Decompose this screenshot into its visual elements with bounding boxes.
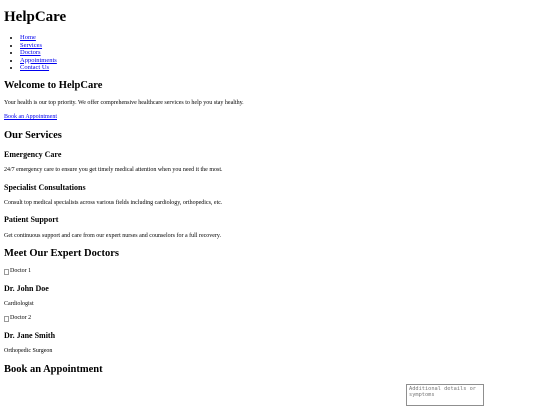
service-title: Specialist Consultations bbox=[4, 183, 86, 192]
doctor-specialty: Cardiologist bbox=[4, 301, 34, 307]
nav-item-services: Services bbox=[20, 42, 57, 50]
doctor-photo: Doctor 2 bbox=[4, 315, 31, 322]
service-title: Emergency Care bbox=[4, 150, 62, 159]
nav-item-doctors: Doctors bbox=[20, 49, 57, 57]
broken-image-icon bbox=[4, 315, 9, 322]
nav-link-doctors[interactable]: Doctors bbox=[20, 49, 41, 56]
broken-image-icon bbox=[4, 268, 9, 275]
nav-link-appointments[interactable]: Appointments bbox=[20, 57, 57, 64]
hero-heading: Welcome to HelpCare bbox=[4, 80, 103, 91]
nav-item-contact: Contact Us bbox=[20, 64, 57, 72]
service-description: Consult top medical specialists across v… bbox=[4, 200, 223, 206]
book-appointment-link[interactable]: Book an Appointment bbox=[4, 114, 57, 120]
main-nav: Home Services Doctors Appointments Conta… bbox=[20, 34, 57, 72]
nav-link-contact[interactable]: Contact Us bbox=[20, 64, 49, 71]
doctor-photo-alt: Doctor 2 bbox=[10, 315, 32, 321]
nav-item-home: Home bbox=[20, 34, 57, 42]
doctor-name: Dr. Jane Smith bbox=[4, 331, 56, 340]
doctors-heading: Meet Our Expert Doctors bbox=[4, 248, 119, 259]
additional-details-textarea[interactable] bbox=[406, 384, 484, 406]
nav-link-services[interactable]: Services bbox=[20, 42, 42, 49]
service-description: 24/7 emergency care to ensure you get ti… bbox=[4, 167, 223, 173]
service-description: Get continuous support and care from our… bbox=[4, 233, 222, 239]
service-title: Patient Support bbox=[4, 215, 59, 224]
doctor-specialty: Orthopedic Surgeon bbox=[4, 348, 53, 354]
nav-item-appointments: Appointments bbox=[20, 57, 57, 65]
doctor-photo: Doctor 1 bbox=[4, 268, 31, 275]
doctor-name: Dr. John Doe bbox=[4, 284, 49, 293]
appointment-heading: Book an Appointment bbox=[4, 364, 103, 375]
services-heading: Our Services bbox=[4, 130, 62, 141]
doctor-photo-alt: Doctor 1 bbox=[10, 268, 32, 274]
nav-link-home[interactable]: Home bbox=[20, 34, 36, 41]
hero-text: Your health is our top priority. We offe… bbox=[4, 100, 244, 106]
site-title: HelpCare bbox=[4, 9, 67, 25]
